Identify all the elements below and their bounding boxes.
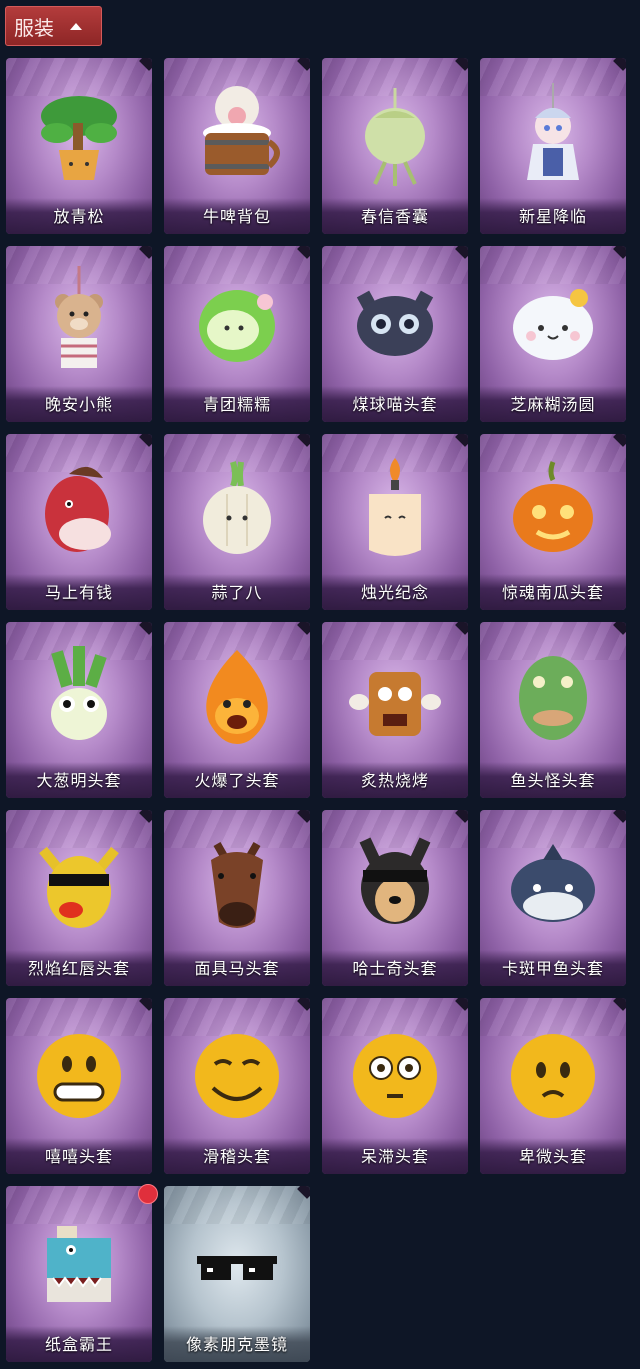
grin-emoji-head-icon [37, 1034, 121, 1118]
pumpkin-head-icon [513, 461, 593, 552]
green-rice-ball-icon [199, 290, 275, 362]
rice-dumpling-head-icon [513, 289, 593, 360]
item-name: 晚安小熊 [44, 395, 113, 414]
cow-beer-barrel-icon [203, 86, 280, 175]
item-name: 呆滞头套 [360, 1147, 429, 1166]
item-name: 牛啤背包 [202, 207, 271, 226]
red-horse-head-icon [45, 466, 111, 552]
item-name: 鱼头怪头套 [510, 771, 596, 790]
garlic-head-icon [203, 461, 271, 554]
item-card[interactable]: 面具马头套 [164, 810, 310, 986]
figurine-keychain-icon [527, 83, 579, 180]
item-name: 面具马头套 [194, 959, 280, 978]
candle-head-icon [369, 458, 421, 556]
item-name: 像素朋克墨镜 [185, 1335, 288, 1354]
scallion-head-icon [51, 646, 107, 740]
item-name: 新星降临 [518, 207, 587, 226]
category-tab-label: 服装 [14, 15, 54, 40]
new-badge-dot [138, 1184, 158, 1204]
item-card[interactable]: 烛光纪念 [322, 434, 468, 610]
item-name: 烈焰红唇头套 [27, 959, 130, 978]
item-name: 滑稽头套 [202, 1147, 271, 1166]
item-card[interactable]: 芝麻糊汤圆 [480, 246, 626, 422]
dazed-emoji-head-icon [353, 1034, 437, 1118]
item-card[interactable]: 炙热烧烤 [322, 622, 468, 798]
bonsai-pine-icon [41, 96, 117, 180]
item-name: 炙热烧烤 [360, 771, 429, 790]
item-name: 火爆了头套 [194, 771, 280, 790]
item-name: 芝麻糊汤圆 [510, 395, 596, 414]
horse-mask-icon [211, 842, 263, 928]
item-card[interactable]: 滑稽头套 [164, 998, 310, 1174]
black-cat-head-icon [356, 290, 434, 356]
item-card[interactable]: 新星降临 [480, 58, 626, 234]
item-card[interactable]: 牛啤背包 [164, 58, 310, 234]
smirk-emoji-head-icon [195, 1034, 279, 1118]
item-card[interactable]: 哈士奇头套 [322, 810, 468, 986]
teddy-bear-keychain-icon [55, 266, 103, 368]
item-name: 大葱明头套 [36, 771, 122, 790]
item-name: 放青松 [53, 207, 105, 226]
item-name: 哈士奇头套 [352, 959, 438, 978]
item-card[interactable]: 纸盒霸王 [6, 1186, 152, 1362]
fish-head-icon [519, 656, 587, 740]
item-card[interactable]: 呆滞头套 [322, 998, 468, 1174]
item-card[interactable]: 晚安小熊 [6, 246, 152, 422]
item-card[interactable]: 放青松 [6, 58, 152, 234]
round-fish-head-icon [511, 844, 595, 922]
grilled-meat-head-icon [349, 672, 441, 736]
item-name: 惊魂南瓜头套 [501, 583, 604, 602]
pleading-emoji-head-icon [511, 1034, 595, 1118]
item-card[interactable]: 惊魂南瓜头套 [480, 434, 626, 610]
item-name: 春信香囊 [360, 207, 429, 226]
item-card[interactable]: 煤球喵头套 [322, 246, 468, 422]
item-card[interactable]: 像素朋克墨镜 [164, 1186, 310, 1362]
item-card[interactable]: 蒜了八 [164, 434, 310, 610]
yellow-mascot-head-icon [39, 846, 119, 928]
item-name: 纸盒霸王 [44, 1335, 113, 1354]
item-name: 青团糯糯 [202, 395, 271, 414]
chevron-up-icon [70, 22, 82, 30]
item-name: 煤球喵头套 [352, 395, 438, 414]
item-name: 嘻嘻头套 [44, 1147, 113, 1166]
item-name: 卑微头套 [518, 1147, 587, 1166]
item-card[interactable]: 鱼头怪头套 [480, 622, 626, 798]
pixel-sunglasses-icon [197, 1256, 277, 1280]
item-name: 卡斑甲鱼头套 [501, 959, 604, 978]
item-card[interactable]: 烈焰红唇头套 [6, 810, 152, 986]
fire-head-icon [206, 650, 268, 744]
item-name: 烛光纪念 [360, 583, 429, 602]
item-name: 马上有钱 [44, 583, 113, 602]
sachet-icon [365, 88, 425, 186]
item-card[interactable]: 马上有钱 [6, 434, 152, 610]
item-card[interactable]: 春信香囊 [322, 58, 468, 234]
item-card[interactable]: 火爆了头套 [164, 622, 310, 798]
cardboard-dino-icon [47, 1226, 111, 1302]
item-name: 蒜了八 [211, 583, 263, 602]
husky-head-icon [359, 837, 431, 924]
item-card[interactable]: 青团糯糯 [164, 246, 310, 422]
item-card[interactable]: 大葱明头套 [6, 622, 152, 798]
category-tab-costume[interactable]: 服装 [5, 6, 102, 46]
item-card[interactable]: 卑微头套 [480, 998, 626, 1174]
item-card[interactable]: 嘻嘻头套 [6, 998, 152, 1174]
item-card[interactable]: 卡斑甲鱼头套 [480, 810, 626, 986]
